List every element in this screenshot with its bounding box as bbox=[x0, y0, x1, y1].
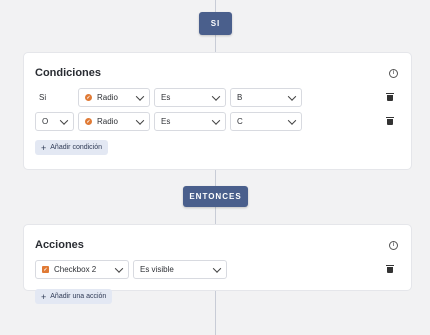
info-icon[interactable]: i bbox=[389, 69, 398, 78]
condition-field-select[interactable]: ✓ Radio bbox=[78, 112, 150, 131]
plus-icon: + bbox=[41, 291, 47, 302]
action-field-value: Checkbox 2 bbox=[54, 265, 97, 274]
action-type-select[interactable]: Es visible bbox=[133, 260, 227, 279]
chevron-down-icon bbox=[212, 263, 222, 273]
condition-field-value: Radio bbox=[97, 117, 118, 126]
chevron-down-icon bbox=[114, 263, 124, 273]
radio-field-icon: ✓ bbox=[85, 118, 92, 125]
if-badge: SI bbox=[199, 12, 232, 35]
condition-operator-value: Es bbox=[161, 117, 171, 126]
conditions-title: Condiciones bbox=[35, 67, 102, 79]
chevron-down-icon bbox=[211, 115, 221, 125]
condition-operator-select[interactable]: Es bbox=[154, 88, 226, 107]
flow-connector-mid bbox=[215, 168, 216, 186]
delete-condition-icon[interactable] bbox=[386, 117, 394, 125]
info-icon[interactable]: i bbox=[389, 241, 398, 250]
add-action-label: Añadir una acción bbox=[50, 293, 107, 300]
chevron-down-icon bbox=[287, 91, 297, 101]
chevron-down-icon bbox=[211, 91, 221, 101]
action-type-value: Es visible bbox=[140, 265, 174, 274]
flow-connector-top bbox=[215, 0, 216, 12]
condition-value-select[interactable]: C bbox=[230, 112, 302, 131]
chevron-down-icon bbox=[135, 115, 145, 125]
delete-condition-icon[interactable] bbox=[386, 93, 394, 101]
add-condition-button[interactable]: + Añadir condición bbox=[35, 140, 109, 155]
condition-field-value: Radio bbox=[97, 93, 118, 102]
condition-connector-value: O bbox=[42, 117, 49, 126]
then-badge: ENTONCES bbox=[183, 186, 248, 207]
condition-connector-label: Si bbox=[39, 93, 47, 102]
flow-connector-si bbox=[215, 35, 216, 52]
chevron-down-icon bbox=[287, 115, 297, 125]
radio-field-icon: ✓ bbox=[85, 94, 92, 101]
actions-title: Acciones bbox=[35, 239, 84, 251]
action-field-select[interactable]: ✓ Checkbox 2 bbox=[35, 260, 129, 279]
plus-icon: + bbox=[41, 142, 47, 153]
condition-operator-value: Es bbox=[161, 93, 171, 102]
conditions-card: Condiciones i Si ✓ Radio Es B O ✓ Radio … bbox=[23, 52, 412, 170]
flow-connector-entonces bbox=[215, 207, 216, 224]
condition-value: B bbox=[237, 93, 243, 102]
add-action-button[interactable]: + Añadir una acción bbox=[35, 289, 113, 304]
condition-value-select[interactable]: B bbox=[230, 88, 302, 107]
condition-connector-select[interactable]: O bbox=[35, 112, 74, 131]
chevron-down-icon bbox=[135, 91, 145, 101]
flow-connector-bottom bbox=[215, 289, 216, 335]
condition-operator-select[interactable]: Es bbox=[154, 112, 226, 131]
condition-field-select[interactable]: ✓ Radio bbox=[78, 88, 150, 107]
condition-value: C bbox=[237, 117, 243, 126]
actions-card: Acciones i ✓ Checkbox 2 Es visible + Aña… bbox=[23, 224, 412, 304]
add-condition-label: Añadir condición bbox=[50, 144, 103, 151]
chevron-down-icon bbox=[59, 115, 69, 125]
checkbox-field-icon: ✓ bbox=[42, 266, 49, 273]
delete-action-icon[interactable] bbox=[386, 265, 394, 273]
